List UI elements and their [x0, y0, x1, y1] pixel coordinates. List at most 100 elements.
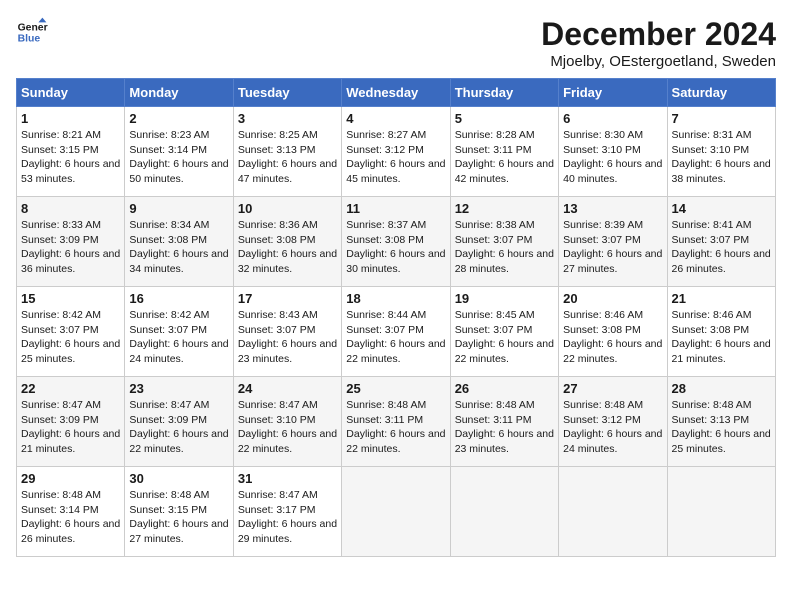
calendar-cell: 8 Sunrise: 8:33 AM Sunset: 3:09 PM Dayli… [17, 197, 125, 287]
calendar-cell: 26 Sunrise: 8:48 AM Sunset: 3:11 PM Dayl… [450, 377, 558, 467]
calendar-cell: 12 Sunrise: 8:38 AM Sunset: 3:07 PM Dayl… [450, 197, 558, 287]
calendar-cell: 7 Sunrise: 8:31 AM Sunset: 3:10 PM Dayli… [667, 107, 775, 197]
calendar-cell: 22 Sunrise: 8:47 AM Sunset: 3:09 PM Dayl… [17, 377, 125, 467]
day-info: Sunrise: 8:37 AM Sunset: 3:08 PM Dayligh… [346, 218, 445, 277]
day-info: Sunrise: 8:48 AM Sunset: 3:12 PM Dayligh… [563, 398, 662, 457]
day-number: 6 [563, 111, 662, 126]
calendar-cell: 19 Sunrise: 8:45 AM Sunset: 3:07 PM Dayl… [450, 287, 558, 377]
day-number: 10 [238, 201, 337, 216]
calendar-cell: 28 Sunrise: 8:48 AM Sunset: 3:13 PM Dayl… [667, 377, 775, 467]
day-number: 27 [563, 381, 662, 396]
day-number: 4 [346, 111, 445, 126]
day-number: 18 [346, 291, 445, 306]
svg-text:Blue: Blue [18, 34, 41, 45]
day-info: Sunrise: 8:42 AM Sunset: 3:07 PM Dayligh… [129, 308, 228, 367]
day-info: Sunrise: 8:21 AM Sunset: 3:15 PM Dayligh… [21, 128, 120, 187]
day-number: 15 [21, 291, 120, 306]
day-info: Sunrise: 8:39 AM Sunset: 3:07 PM Dayligh… [563, 218, 662, 277]
calendar-week-4: 22 Sunrise: 8:47 AM Sunset: 3:09 PM Dayl… [17, 377, 776, 467]
day-number: 24 [238, 381, 337, 396]
day-info: Sunrise: 8:47 AM Sunset: 3:17 PM Dayligh… [238, 488, 337, 547]
col-monday: Monday [125, 79, 233, 107]
day-number: 26 [455, 381, 554, 396]
day-info: Sunrise: 8:48 AM Sunset: 3:15 PM Dayligh… [129, 488, 228, 547]
calendar-week-1: 1 Sunrise: 8:21 AM Sunset: 3:15 PM Dayli… [17, 107, 776, 197]
calendar-cell [342, 467, 450, 557]
day-number: 1 [21, 111, 120, 126]
day-info: Sunrise: 8:30 AM Sunset: 3:10 PM Dayligh… [563, 128, 662, 187]
day-info: Sunrise: 8:48 AM Sunset: 3:11 PM Dayligh… [346, 398, 445, 457]
day-number: 19 [455, 291, 554, 306]
calendar-cell: 16 Sunrise: 8:42 AM Sunset: 3:07 PM Dayl… [125, 287, 233, 377]
page-header: General Blue December 2024 Mjoelby, OEst… [16, 16, 776, 70]
calendar-cell: 9 Sunrise: 8:34 AM Sunset: 3:08 PM Dayli… [125, 197, 233, 287]
calendar-cell: 20 Sunrise: 8:46 AM Sunset: 3:08 PM Dayl… [559, 287, 667, 377]
calendar-cell [559, 467, 667, 557]
col-thursday: Thursday [450, 79, 558, 107]
title-block: December 2024 Mjoelby, OEstergoetland, S… [541, 16, 776, 70]
day-info: Sunrise: 8:44 AM Sunset: 3:07 PM Dayligh… [346, 308, 445, 367]
day-info: Sunrise: 8:34 AM Sunset: 3:08 PM Dayligh… [129, 218, 228, 277]
logo-icon: General Blue [16, 16, 48, 48]
calendar-week-5: 29 Sunrise: 8:48 AM Sunset: 3:14 PM Dayl… [17, 467, 776, 557]
day-number: 14 [672, 201, 771, 216]
calendar-cell: 24 Sunrise: 8:47 AM Sunset: 3:10 PM Dayl… [233, 377, 341, 467]
calendar-cell: 13 Sunrise: 8:39 AM Sunset: 3:07 PM Dayl… [559, 197, 667, 287]
calendar-cell: 17 Sunrise: 8:43 AM Sunset: 3:07 PM Dayl… [233, 287, 341, 377]
calendar-cell: 18 Sunrise: 8:44 AM Sunset: 3:07 PM Dayl… [342, 287, 450, 377]
calendar-cell: 10 Sunrise: 8:36 AM Sunset: 3:08 PM Dayl… [233, 197, 341, 287]
day-info: Sunrise: 8:31 AM Sunset: 3:10 PM Dayligh… [672, 128, 771, 187]
calendar-cell: 25 Sunrise: 8:48 AM Sunset: 3:11 PM Dayl… [342, 377, 450, 467]
day-number: 16 [129, 291, 228, 306]
day-info: Sunrise: 8:48 AM Sunset: 3:13 PM Dayligh… [672, 398, 771, 457]
calendar-cell: 4 Sunrise: 8:27 AM Sunset: 3:12 PM Dayli… [342, 107, 450, 197]
day-number: 17 [238, 291, 337, 306]
calendar-header-row: Sunday Monday Tuesday Wednesday Thursday… [17, 79, 776, 107]
day-info: Sunrise: 8:42 AM Sunset: 3:07 PM Dayligh… [21, 308, 120, 367]
day-info: Sunrise: 8:38 AM Sunset: 3:07 PM Dayligh… [455, 218, 554, 277]
day-number: 2 [129, 111, 228, 126]
calendar-cell: 14 Sunrise: 8:41 AM Sunset: 3:07 PM Dayl… [667, 197, 775, 287]
day-number: 31 [238, 471, 337, 486]
day-number: 29 [21, 471, 120, 486]
day-info: Sunrise: 8:25 AM Sunset: 3:13 PM Dayligh… [238, 128, 337, 187]
day-number: 25 [346, 381, 445, 396]
day-info: Sunrise: 8:36 AM Sunset: 3:08 PM Dayligh… [238, 218, 337, 277]
col-wednesday: Wednesday [342, 79, 450, 107]
calendar-cell: 27 Sunrise: 8:48 AM Sunset: 3:12 PM Dayl… [559, 377, 667, 467]
calendar-cell: 2 Sunrise: 8:23 AM Sunset: 3:14 PM Dayli… [125, 107, 233, 197]
day-number: 22 [21, 381, 120, 396]
day-info: Sunrise: 8:27 AM Sunset: 3:12 PM Dayligh… [346, 128, 445, 187]
day-info: Sunrise: 8:46 AM Sunset: 3:08 PM Dayligh… [563, 308, 662, 367]
day-info: Sunrise: 8:47 AM Sunset: 3:09 PM Dayligh… [21, 398, 120, 457]
calendar-cell: 15 Sunrise: 8:42 AM Sunset: 3:07 PM Dayl… [17, 287, 125, 377]
calendar-cell: 5 Sunrise: 8:28 AM Sunset: 3:11 PM Dayli… [450, 107, 558, 197]
calendar-cell: 3 Sunrise: 8:25 AM Sunset: 3:13 PM Dayli… [233, 107, 341, 197]
day-info: Sunrise: 8:48 AM Sunset: 3:11 PM Dayligh… [455, 398, 554, 457]
day-info: Sunrise: 8:28 AM Sunset: 3:11 PM Dayligh… [455, 128, 554, 187]
day-number: 20 [563, 291, 662, 306]
day-info: Sunrise: 8:33 AM Sunset: 3:09 PM Dayligh… [21, 218, 120, 277]
calendar-cell: 23 Sunrise: 8:47 AM Sunset: 3:09 PM Dayl… [125, 377, 233, 467]
day-info: Sunrise: 8:41 AM Sunset: 3:07 PM Dayligh… [672, 218, 771, 277]
calendar-cell [667, 467, 775, 557]
calendar-cell: 11 Sunrise: 8:37 AM Sunset: 3:08 PM Dayl… [342, 197, 450, 287]
col-friday: Friday [559, 79, 667, 107]
day-number: 7 [672, 111, 771, 126]
calendar-week-3: 15 Sunrise: 8:42 AM Sunset: 3:07 PM Dayl… [17, 287, 776, 377]
day-number: 11 [346, 201, 445, 216]
day-number: 21 [672, 291, 771, 306]
day-info: Sunrise: 8:47 AM Sunset: 3:10 PM Dayligh… [238, 398, 337, 457]
svg-text:General: General [18, 22, 48, 33]
col-tuesday: Tuesday [233, 79, 341, 107]
day-number: 13 [563, 201, 662, 216]
day-number: 9 [129, 201, 228, 216]
calendar-cell: 1 Sunrise: 8:21 AM Sunset: 3:15 PM Dayli… [17, 107, 125, 197]
day-number: 12 [455, 201, 554, 216]
day-info: Sunrise: 8:46 AM Sunset: 3:08 PM Dayligh… [672, 308, 771, 367]
page-title: December 2024 [541, 16, 776, 53]
day-number: 8 [21, 201, 120, 216]
col-saturday: Saturday [667, 79, 775, 107]
day-number: 5 [455, 111, 554, 126]
logo: General Blue [16, 16, 48, 48]
